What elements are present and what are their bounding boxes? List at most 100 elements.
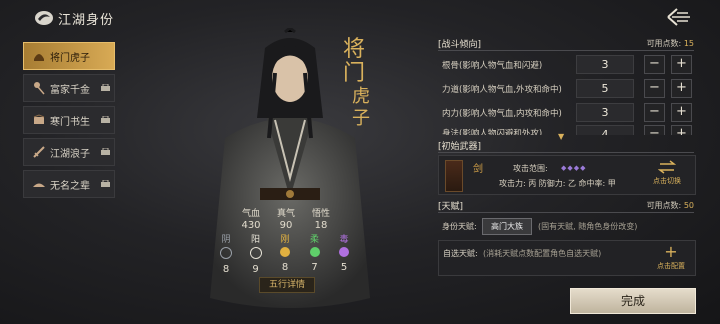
element-gang: 刚8 bbox=[273, 232, 297, 273]
role-item-fujia[interactable]: 富家千金 bbox=[23, 74, 115, 102]
custom-talent-box: 自选天赋: (消耗天赋点数配置角色自选天赋) + 点击配置 bbox=[438, 240, 696, 276]
element-yang: 阳9 bbox=[244, 232, 268, 275]
element-label: 柔 bbox=[309, 235, 319, 245]
minus-button[interactable]: − bbox=[644, 103, 665, 122]
weapon-card: 剑 攻击范围: ◆◆◆◆ 攻击力: 丙 防御力: 乙 命中率: 甲 点击切换 bbox=[438, 155, 696, 195]
role-item-jiangmen[interactable]: 将门虎子 bbox=[23, 42, 115, 70]
stat-wuxing: 悟性 18 bbox=[306, 206, 336, 231]
weapon-name: 剑 bbox=[473, 164, 483, 175]
element-label: 毒 bbox=[339, 235, 349, 245]
plus-icon: + bbox=[664, 242, 678, 261]
attr-value: 3 bbox=[576, 55, 634, 74]
weapon-header: [初始武器] bbox=[438, 138, 694, 153]
talent-points: 可用点数: 50 bbox=[646, 200, 694, 210]
element-value: 8 bbox=[222, 264, 230, 275]
yang-icon bbox=[249, 247, 262, 259]
role-label: 江湖浪子 bbox=[50, 148, 90, 160]
minus-button[interactable]: − bbox=[644, 79, 665, 98]
stat-qi: 真气 90 bbox=[271, 206, 301, 231]
done-button[interactable]: 完成 bbox=[570, 288, 696, 314]
lock-icon bbox=[101, 148, 110, 155]
weapon-section-header: [初始武器] bbox=[438, 138, 694, 153]
element-du: 毒5 bbox=[332, 232, 356, 273]
attr-value: 4 bbox=[576, 125, 634, 135]
combat-title: [战斗倾向] bbox=[438, 39, 482, 50]
attr-value: 5 bbox=[576, 79, 634, 98]
fist-icon bbox=[280, 247, 290, 257]
weapon-range-label: 攻击范围: bbox=[513, 164, 548, 173]
combat-points: 可用点数: 15 bbox=[646, 38, 694, 48]
element-label: 阳 bbox=[250, 235, 260, 245]
character-stats: 气血 430 真气 90 悟性 18 bbox=[236, 206, 336, 231]
combat-header: [战斗倾向] 可用点数: 15 bbox=[438, 36, 694, 51]
poison-drop-icon bbox=[339, 247, 349, 257]
character-name-line1: 将 bbox=[342, 37, 365, 62]
stat-label: 气血 bbox=[241, 209, 260, 219]
attr-label: 身法(影响人物闪避和外攻) bbox=[442, 129, 543, 135]
sword-weapon-icon bbox=[445, 160, 463, 192]
custom-talent-label: 自选天赋: bbox=[443, 249, 478, 258]
stat-label: 真气 bbox=[276, 209, 295, 219]
plus-button[interactable]: + bbox=[671, 79, 692, 98]
element-value: 7 bbox=[311, 262, 318, 273]
config-talent-button[interactable]: + 点击配置 bbox=[651, 243, 691, 271]
stat-value: 90 bbox=[279, 220, 293, 231]
page-title: 江湖身份 bbox=[58, 13, 115, 28]
wuxing-detail-button[interactable]: 五行详情 bbox=[259, 277, 315, 293]
weapon-title: [初始武器] bbox=[438, 141, 482, 152]
weapon-switch-button[interactable]: 点击切换 bbox=[647, 160, 687, 190]
role-item-langzi[interactable]: 江湖浪子 bbox=[23, 138, 115, 166]
attr-row-gengu: 根骨(影响人物气血和闪避) 3 − + bbox=[438, 53, 694, 75]
minus-button[interactable]: − bbox=[644, 55, 665, 74]
character-name-line3: 虎子 bbox=[352, 86, 370, 129]
minus-button[interactable]: − bbox=[644, 125, 665, 135]
lock-icon bbox=[101, 84, 110, 91]
role-label: 将门虎子 bbox=[50, 52, 90, 64]
identity-talent-row: 身份天赋: 高门大族 (固有天赋, 随角色身份改变) bbox=[438, 216, 694, 236]
weapon-range-dots: ◆◆◆◆ bbox=[561, 164, 587, 172]
plus-button[interactable]: + bbox=[671, 103, 692, 122]
element-label: 刚 bbox=[280, 235, 290, 245]
role-item-hanmen[interactable]: 寒门书生 bbox=[23, 106, 115, 134]
attr-label: 内力(影响人物气血,内攻和命中) bbox=[442, 109, 562, 119]
element-attributes: 阴8 阳9 刚8 柔7 毒5 bbox=[214, 232, 356, 275]
helmet-icon bbox=[34, 54, 44, 61]
element-value: 5 bbox=[340, 262, 348, 273]
stat-value: 430 bbox=[241, 220, 261, 231]
character-name-line2: 门 bbox=[342, 61, 365, 86]
plus-button[interactable]: + bbox=[671, 55, 692, 74]
yin-icon bbox=[220, 247, 232, 259]
straw-hat-icon bbox=[33, 183, 45, 187]
attr-row-neili: 内力(影响人物气血,内攻和命中) 3 − + bbox=[438, 101, 694, 123]
attr-label: 根骨(影响人物气血和闪避) bbox=[442, 61, 543, 71]
attr-label: 力道(影响人物气血,外攻和命中) bbox=[442, 85, 562, 95]
lock-icon bbox=[101, 116, 110, 123]
role-label: 无名之辈 bbox=[50, 180, 90, 192]
role-label: 富家千金 bbox=[50, 84, 90, 96]
plus-button[interactable]: + bbox=[671, 125, 692, 135]
element-label: 阴 bbox=[221, 235, 231, 245]
character-name: 将 门 虎子 bbox=[334, 38, 374, 130]
hairpin-icon bbox=[34, 82, 45, 95]
identity-talent-desc: (固有天赋, 随角色身份改变) bbox=[538, 222, 638, 231]
role-label: 寒门书生 bbox=[50, 116, 90, 128]
combat-section: [战斗倾向] 可用点数: 15 根骨(影响人物气血和闪避) 3 − + 力道(影… bbox=[438, 36, 694, 141]
switch-arrows-icon bbox=[657, 160, 677, 174]
element-value: 9 bbox=[252, 264, 259, 275]
stat-hp: 气血 430 bbox=[236, 206, 266, 231]
talent-title: [天赋] bbox=[438, 201, 464, 212]
back-arrow-icon[interactable] bbox=[664, 6, 692, 28]
role-item-wuming[interactable]: 无名之辈 bbox=[23, 170, 115, 198]
talent-section: [天赋] 可用点数: 50 身份天赋: 高门大族 (固有天赋, 随角色身份改变) bbox=[438, 198, 694, 236]
config-label: 点击配置 bbox=[657, 262, 685, 270]
stat-value: 18 bbox=[314, 220, 328, 231]
custom-talent-desc: (消耗天赋点数配置角色自选天赋) bbox=[483, 249, 602, 258]
identity-talent-button[interactable]: 高门大族 bbox=[482, 218, 532, 235]
attr-value: 3 bbox=[576, 103, 634, 122]
wave-icon bbox=[309, 247, 320, 257]
element-rou: 柔7 bbox=[303, 232, 327, 273]
attr-row-lidao: 力道(影响人物气血,外攻和命中) 5 − + bbox=[438, 77, 694, 99]
element-yin: 阴8 bbox=[214, 232, 238, 275]
swirl-logo-icon bbox=[35, 11, 53, 25]
switch-label: 点击切换 bbox=[653, 177, 681, 185]
